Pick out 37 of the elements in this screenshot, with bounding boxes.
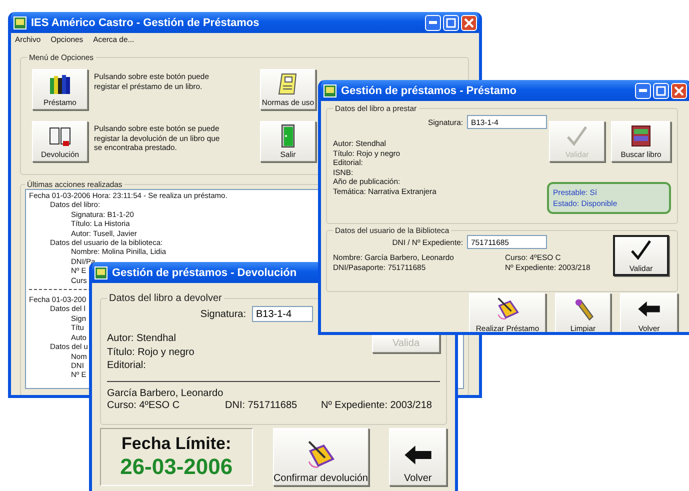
action-button[interactable]: Volver — [388, 428, 447, 486]
group-title: Datos del libro a devolver — [108, 293, 223, 304]
app-icon — [13, 16, 27, 30]
action-button[interactable]: Confirmar devolución — [272, 428, 369, 486]
due-date-label: Fecha Límite: — [122, 434, 232, 454]
field-label: Signatura: — [200, 308, 246, 320]
clipboard-pen-icon — [494, 296, 520, 322]
due-date: 26-03-2006 — [120, 454, 233, 480]
close-icon — [464, 18, 474, 28]
signature-field[interactable]: B13-1-4 — [252, 306, 313, 322]
minimize-button[interactable] — [425, 14, 441, 30]
window-title: Gestión de préstamos - Devolución — [112, 266, 297, 278]
bookshelf-icon — [629, 124, 653, 148]
user-detail: DNI: 751711685 — [225, 398, 298, 412]
close-button[interactable] — [671, 82, 687, 98]
book-detail: Editorial: — [107, 359, 146, 372]
user-name: García Barbero, Leonardo — [107, 388, 224, 398]
user-detail: Curso: 4ºESO C — [107, 398, 180, 412]
maximize-icon — [656, 86, 666, 96]
app-icon — [94, 266, 108, 280]
app-icon — [323, 84, 337, 98]
maximize-button[interactable] — [653, 82, 669, 98]
minimize-icon — [639, 89, 647, 92]
checkmark-icon — [565, 124, 589, 148]
minimize-icon — [429, 21, 437, 24]
window-title: IES Américo Castro - Gestión de Préstamos — [31, 16, 260, 28]
user-detail: Nº Expediente: 2003/218 — [321, 398, 432, 412]
maximize-button[interactable] — [443, 14, 459, 30]
window-title: Gestión de préstamos - Préstamo — [341, 84, 516, 96]
book-detail: Título: Rojo y negro — [107, 346, 194, 359]
minimize-button[interactable] — [635, 82, 651, 98]
close-button[interactable] — [461, 14, 477, 30]
book-detail: Autor: Stendhal — [107, 332, 176, 346]
checkmark-icon — [629, 238, 653, 262]
maximize-icon — [446, 18, 456, 28]
close-icon — [674, 86, 684, 96]
books-icon — [48, 72, 72, 96]
